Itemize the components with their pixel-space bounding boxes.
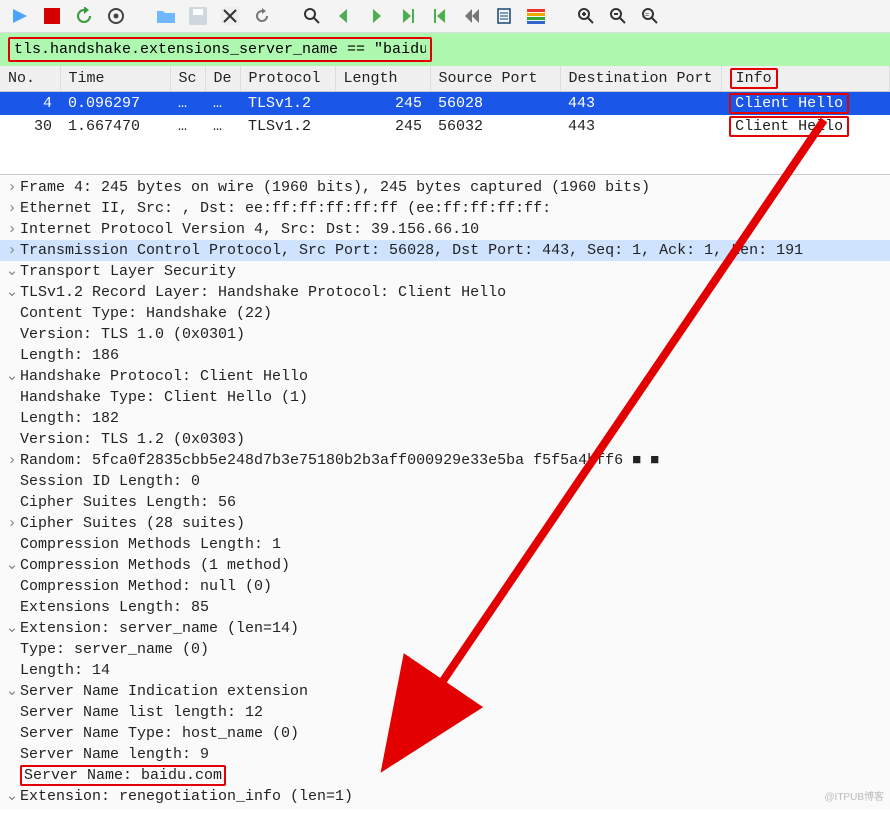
close-file-icon[interactable] [218,4,242,28]
go-first-icon[interactable] [428,4,452,28]
tree-handshake[interactable]: ⌄Handshake Protocol: Client Hello [0,366,890,387]
tree-tcp[interactable]: ›Transmission Control Protocol, Src Port… [0,240,890,261]
col-sc[interactable]: Sc [170,66,205,92]
save-file-icon[interactable] [186,4,210,28]
stop-capture-icon[interactable] [40,4,64,28]
display-filter-input[interactable] [10,39,430,60]
tree-frame[interactable]: ›Frame 4: 245 bytes on wire (1960 bits),… [0,177,890,198]
colorize-icon[interactable] [524,4,548,28]
col-de[interactable]: De [205,66,240,92]
tree-ethernet[interactable]: ›Ethernet II, Src: , Dst: ee:ff:ff:ff:ff… [0,198,890,219]
options-icon[interactable] [104,4,128,28]
packet-row[interactable]: 40.096297……TLSv1.224556028443Client Hell… [0,92,890,116]
tree-version-rec[interactable]: Version: TLS 1.0 (0x0301) [0,324,890,345]
tree-cs-len[interactable]: Cipher Suites Length: 56 [0,492,890,513]
go-last-icon[interactable] [460,4,484,28]
packet-list-table[interactable]: No. Time Sc De Protocol Length Source Po… [0,66,890,138]
tree-tls-record[interactable]: ⌄TLSv1.2 Record Layer: Handshake Protoco… [0,282,890,303]
tree-hs-length[interactable]: Length: 182 [0,408,890,429]
tree-ext-sn[interactable]: ⌄Extension: server_name (len=14) [0,618,890,639]
forward-icon[interactable] [364,4,388,28]
tree-cm[interactable]: ⌄Compression Methods (1 method) [0,555,890,576]
info-highlight: Client Hello [729,93,849,114]
tree-sn-type[interactable]: Type: server_name (0) [0,639,890,660]
tree-hs-version[interactable]: Version: TLS 1.2 (0x0303) [0,429,890,450]
tree-cm-null[interactable]: Compression Method: null (0) [0,576,890,597]
find-icon[interactable] [300,4,324,28]
packet-details-pane[interactable]: ›Frame 4: 245 bytes on wire (1960 bits),… [0,174,890,809]
col-dport[interactable]: Destination Port [560,66,721,92]
col-sport[interactable]: Source Port [430,66,560,92]
tree-sid-len[interactable]: Session ID Length: 0 [0,471,890,492]
filter-highlight [8,37,432,62]
restart-capture-icon[interactable] [72,4,96,28]
col-info[interactable]: Info [721,66,889,92]
tree-sni[interactable]: ⌄Server Name Indication extension [0,681,890,702]
tree-content-type[interactable]: Content Type: Handshake (22) [0,303,890,324]
tree-sn-len[interactable]: Length: 14 [0,660,890,681]
auto-scroll-icon[interactable] [492,4,516,28]
tree-random[interactable]: ›Random: 5fca0f2835cbb5e248d7b3e75180b2b… [0,450,890,471]
col-no[interactable]: No. [0,66,60,92]
display-filter-bar [0,33,890,66]
col-proto[interactable]: Protocol [240,66,335,92]
tree-ip[interactable]: ›Internet Protocol Version 4, Src: Dst: … [0,219,890,240]
open-file-icon[interactable] [154,4,178,28]
tree-cs[interactable]: ›Cipher Suites (28 suites) [0,513,890,534]
tree-sn-type2[interactable]: Server Name Type: host_name (0) [0,723,890,744]
tree-ext-len[interactable]: Extensions Length: 85 [0,597,890,618]
zoom-reset-icon[interactable]: = [638,4,662,28]
back-icon[interactable] [332,4,356,28]
packet-row[interactable]: 301.667470……TLSv1.224556032443Client Hel… [0,115,890,138]
toolbar: = [0,0,890,33]
watermark: @ITPUB博客 [824,788,884,803]
tree-server-name[interactable]: Server Name: baidu.com [0,765,890,786]
tree-tls[interactable]: ⌄Transport Layer Security [0,261,890,282]
server-name-highlight: Server Name: baidu.com [20,765,226,786]
start-capture-icon[interactable] [8,4,32,28]
svg-text:=: = [645,12,649,20]
jump-icon[interactable] [396,4,420,28]
tree-cm-len[interactable]: Compression Methods Length: 1 [0,534,890,555]
col-time[interactable]: Time [60,66,170,92]
info-highlight: Client Hello [729,116,849,137]
tree-ext-reneg[interactable]: ⌄Extension: renegotiation_info (len=1) [0,786,890,807]
zoom-out-icon[interactable] [606,4,630,28]
tree-sn-len2[interactable]: Server Name length: 9 [0,744,890,765]
tree-hs-type[interactable]: Handshake Type: Client Hello (1) [0,387,890,408]
col-len[interactable]: Length [335,66,430,92]
reload-icon[interactable] [250,4,274,28]
packet-list-header: No. Time Sc De Protocol Length Source Po… [0,66,890,92]
tree-length-rec[interactable]: Length: 186 [0,345,890,366]
tree-sn-list-len[interactable]: Server Name list length: 12 [0,702,890,723]
zoom-in-icon[interactable] [574,4,598,28]
